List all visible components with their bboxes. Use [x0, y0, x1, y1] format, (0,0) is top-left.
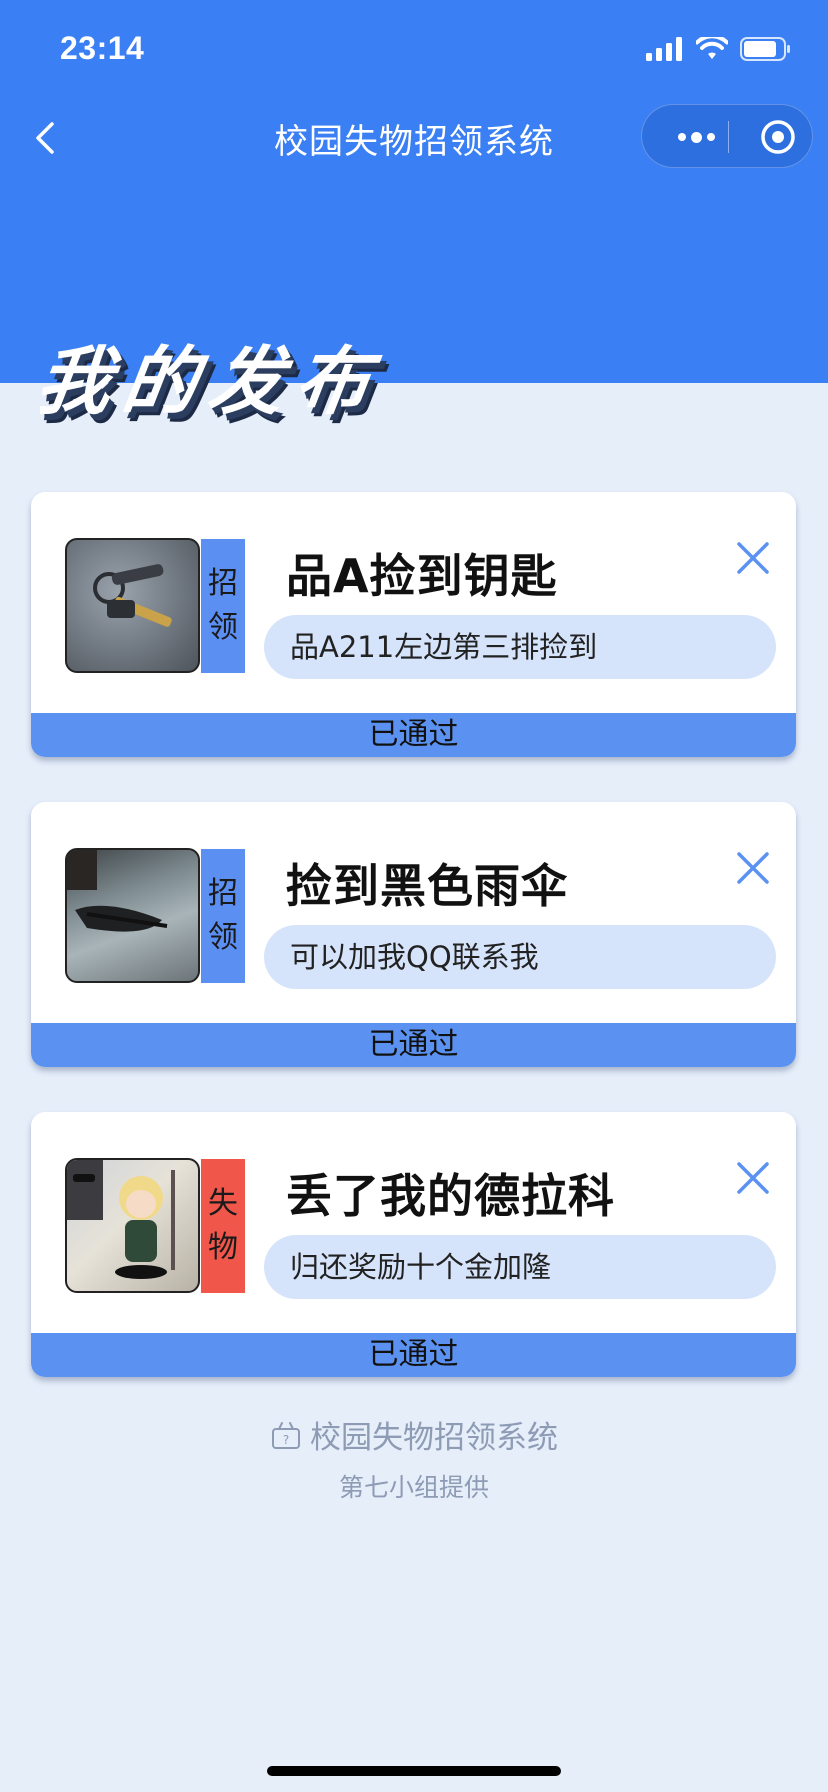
- exit-button[interactable]: [746, 105, 810, 169]
- close-icon: [737, 852, 769, 884]
- figure-image-icon: [67, 1160, 175, 1279]
- tag-char: 失: [208, 1186, 238, 1221]
- target-close-icon: [761, 120, 795, 154]
- status-bar: 23:14: [0, 0, 828, 96]
- tag-char: 领: [208, 610, 238, 645]
- home-indicator[interactable]: [267, 1766, 561, 1776]
- post-card[interactable]: 失 物 丢了我的德拉科 归还奖励十个金加隆 已通过: [31, 1112, 796, 1377]
- post-title: 品A捡到钥匙: [286, 549, 558, 603]
- capsule-divider: [728, 121, 729, 153]
- delete-post-button[interactable]: [731, 536, 775, 580]
- review-status: 已通过: [31, 1023, 796, 1067]
- post-card[interactable]: 招 领 捡到黑色雨伞 可以加我QQ联系我 已通过: [31, 802, 796, 1067]
- item-type-tag: 招 领: [201, 849, 245, 983]
- battery-icon: [740, 37, 790, 61]
- delete-post-button[interactable]: [731, 846, 775, 890]
- item-type-tag: 招 领: [201, 539, 245, 673]
- wifi-icon: [696, 37, 728, 59]
- status-time: 23:14: [60, 30, 145, 66]
- review-status: 已通过: [31, 1333, 796, 1377]
- review-status: 已通过: [31, 713, 796, 757]
- item-photo: [65, 1158, 200, 1293]
- footer-app-name-text: 校园失物招领系统: [310, 1420, 558, 1456]
- more-button[interactable]: [664, 105, 728, 169]
- item-photo: [65, 538, 200, 673]
- tag-char: 物: [208, 1230, 238, 1265]
- lost-box-icon: ?: [272, 1421, 300, 1449]
- page-heading: 我的发布: [31, 339, 388, 425]
- keys-image-icon: [93, 564, 172, 627]
- post-description: 归还奖励十个金加隆: [264, 1235, 776, 1299]
- item-type-tag: 失 物: [201, 1159, 245, 1293]
- more-dot-icon: [706, 133, 715, 141]
- post-description: 品A211左边第三排捡到: [264, 615, 776, 679]
- footer-credit: 第七小组提供: [338, 1473, 489, 1502]
- post-title: 捡到黑色雨伞: [286, 859, 568, 913]
- tag-char: 领: [208, 920, 238, 955]
- post-card[interactable]: 招 领 品A捡到钥匙 品A211左边第三排捡到 已通过: [31, 492, 796, 757]
- svg-text:?: ?: [283, 1433, 289, 1447]
- tag-char: 招: [208, 566, 238, 601]
- post-description: 可以加我QQ联系我: [264, 925, 776, 989]
- status-icons: [646, 34, 792, 64]
- close-icon: [737, 1162, 769, 1194]
- close-icon: [737, 542, 769, 574]
- item-photo: [65, 848, 200, 983]
- post-title: 丢了我的德拉科: [286, 1169, 615, 1223]
- mini-program-capsule: [641, 104, 813, 168]
- umbrella-image-icon: [67, 850, 168, 932]
- footer-app-name: ? 校园失物招领系统: [0, 1412, 828, 1457]
- delete-post-button[interactable]: [731, 1156, 775, 1200]
- more-dot-icon: [677, 133, 686, 141]
- signal-icon: [646, 37, 682, 61]
- navigation-bar: 校园失物招领系统: [0, 96, 828, 184]
- more-dot-icon: [690, 131, 702, 143]
- tag-char: 招: [208, 876, 238, 911]
